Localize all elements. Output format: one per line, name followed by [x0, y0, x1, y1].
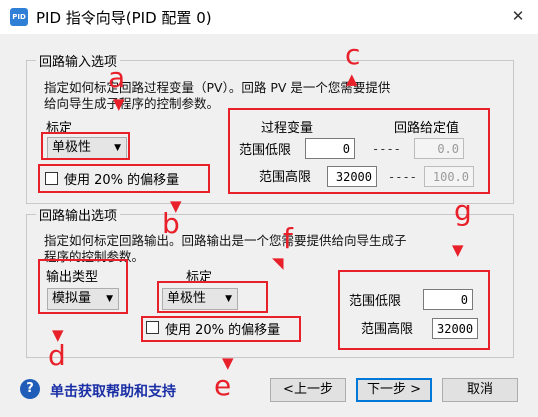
arrow-up-right-icon: ◥: [272, 254, 284, 272]
annotation-letter-g: g: [454, 194, 472, 227]
next-button[interactable]: 下一步 >: [356, 378, 432, 402]
arrow-down-icon: ▼: [52, 326, 64, 344]
prev-button[interactable]: <上一步: [270, 378, 346, 402]
footer-bar: ? 单击获取帮助和支持 <上一步 下一步 > 取消: [0, 369, 538, 417]
arrow-up-icon: ▲: [346, 70, 358, 88]
annotation-letter-a: a: [108, 61, 126, 94]
arrow-down-icon: ▼: [113, 95, 125, 113]
annotation-box-e: [141, 316, 301, 342]
annotation-box-a: [41, 132, 130, 160]
annotation-box-c: [228, 108, 490, 194]
input-description-line1: 指定如何标定回路过程变量（PV）。回路 PV 是一个您需要提供: [44, 80, 391, 95]
annotation-box-d: [38, 259, 128, 314]
annotation-letter-c: c: [345, 38, 361, 71]
help-link[interactable]: 单击获取帮助和支持: [50, 381, 176, 401]
pid-app-icon: PID: [10, 8, 28, 26]
input-description-line2: 给向导生成子程序的控制参数。: [44, 96, 220, 111]
window-title: PID 指令向导(PID 配置 0): [36, 9, 212, 27]
output-description-line1: 指定如何标定回路输出。回路输出是一个您需要提供给向导生成子: [44, 233, 407, 248]
cancel-button[interactable]: 取消: [442, 378, 518, 402]
annotation-letter-f: f: [283, 222, 293, 255]
help-icon[interactable]: ?: [20, 379, 40, 399]
close-button[interactable]: ✕: [506, 4, 530, 28]
annotation-box-b: [38, 164, 210, 193]
title-bar: PID PID 指令向导(PID 配置 0) ✕: [0, 0, 538, 34]
output-options-title: 回路输出选项: [36, 205, 121, 224]
arrow-down-icon: ▼: [452, 241, 464, 259]
arrow-down-icon: ▼: [170, 197, 182, 215]
annotation-letter-d: d: [48, 339, 66, 372]
annotation-box-g: [338, 270, 490, 350]
annotation-box-f: [157, 281, 268, 313]
